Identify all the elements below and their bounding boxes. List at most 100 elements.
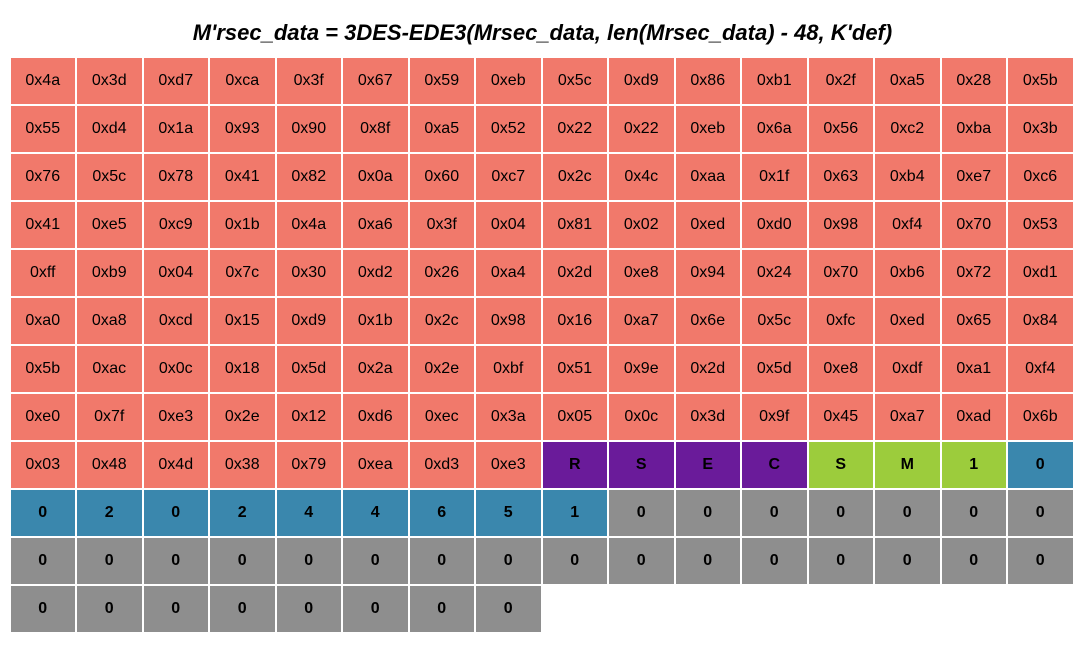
byte-cell: 0x0c	[609, 394, 674, 440]
byte-cell: 0x41	[210, 154, 275, 200]
byte-cell: 0x56	[809, 106, 874, 152]
byte-cell: 0x59	[410, 58, 475, 104]
byte-cell: S	[609, 442, 674, 488]
byte-cell: 0xa7	[609, 298, 674, 344]
byte-cell: 0x2d	[543, 250, 608, 296]
byte-cell	[942, 586, 1007, 632]
byte-cell: 0	[809, 538, 874, 584]
diagram-title: M'rsec_data = 3DES-EDE3(Mrsec_data, len(…	[10, 20, 1075, 46]
byte-cell: 0x18	[210, 346, 275, 392]
byte-cell: 0xc6	[1008, 154, 1073, 200]
byte-cell: 0x76	[11, 154, 76, 200]
byte-cell: 0xf4	[1008, 346, 1073, 392]
byte-cell: 0xe8	[809, 346, 874, 392]
byte-cell: 0	[77, 586, 142, 632]
byte-cell: 0x78	[144, 154, 209, 200]
byte-cell: 0	[1008, 442, 1073, 488]
byte-cell: 0x5b	[1008, 58, 1073, 104]
byte-cell: 0xb6	[875, 250, 940, 296]
byte-cell: 0	[1008, 490, 1073, 536]
byte-cell: 0xec	[410, 394, 475, 440]
byte-cell: 0x79	[277, 442, 342, 488]
byte-cell: 0xa1	[942, 346, 1007, 392]
byte-cell: 0x90	[277, 106, 342, 152]
byte-cell: 0x02	[609, 202, 674, 248]
byte-cell: 0	[210, 538, 275, 584]
byte-cell: 0xc2	[875, 106, 940, 152]
byte-cell: M	[875, 442, 940, 488]
byte-cell: 0x5c	[77, 154, 142, 200]
byte-row: 0000000000000000	[11, 538, 1075, 584]
byte-cell: 0	[875, 490, 940, 536]
byte-cell: 0x7f	[77, 394, 142, 440]
byte-cell: 0x94	[676, 250, 741, 296]
byte-cell: 0xad	[942, 394, 1007, 440]
byte-cell: 0x2e	[410, 346, 475, 392]
byte-cell: 0x7c	[210, 250, 275, 296]
byte-cell: 0x15	[210, 298, 275, 344]
byte-cell: 0x72	[942, 250, 1007, 296]
byte-cell: 0x52	[476, 106, 541, 152]
byte-cell: 0x3a	[476, 394, 541, 440]
byte-row: 0x5b0xac0x0c0x180x5d0x2a0x2e0xbf0x510x9e…	[11, 346, 1075, 392]
byte-row: 0xa00xa80xcd0x150xd90x1b0x2c0x980x160xa7…	[11, 298, 1075, 344]
byte-cell: 2	[210, 490, 275, 536]
byte-cell: 0x3d	[676, 394, 741, 440]
byte-cell: 0x5d	[742, 346, 807, 392]
byte-cell: 0x45	[809, 394, 874, 440]
byte-cell: 0xba	[942, 106, 1007, 152]
byte-cell: 0	[875, 538, 940, 584]
byte-cell: 0	[11, 538, 76, 584]
byte-cell: 0x5c	[543, 58, 608, 104]
byte-cell: 0x2a	[343, 346, 408, 392]
byte-cell: 0	[543, 538, 608, 584]
byte-cell: 0	[809, 490, 874, 536]
byte-cell: R	[543, 442, 608, 488]
byte-cell	[809, 586, 874, 632]
byte-cell	[875, 586, 940, 632]
byte-cell: 0x81	[543, 202, 608, 248]
byte-row: 0x760x5c0x780x410x820x0a0x600xc70x2c0x4c…	[11, 154, 1075, 200]
byte-cell: 0x2d	[676, 346, 741, 392]
byte-cell: 0x2c	[543, 154, 608, 200]
byte-cell: 0xe7	[942, 154, 1007, 200]
byte-cell: 0x12	[277, 394, 342, 440]
byte-cell: 0x2f	[809, 58, 874, 104]
byte-cell: 0x8f	[343, 106, 408, 152]
byte-cell: 0xd7	[144, 58, 209, 104]
byte-cell: 0xbf	[476, 346, 541, 392]
byte-cell: 0x86	[676, 58, 741, 104]
byte-cell: 1	[543, 490, 608, 536]
byte-cell: 0x5b	[11, 346, 76, 392]
byte-cell: 0	[144, 538, 209, 584]
byte-cell: 0x1f	[742, 154, 807, 200]
byte-cell: 0	[77, 538, 142, 584]
byte-cell: 0x6a	[742, 106, 807, 152]
byte-cell: 1	[942, 442, 1007, 488]
byte-cell: 0x3b	[1008, 106, 1073, 152]
byte-row: 0x4a0x3d0xd70xca0x3f0x670x590xeb0x5c0xd9…	[11, 58, 1075, 104]
byte-cell: 0	[343, 538, 408, 584]
byte-cell: 0xa0	[11, 298, 76, 344]
byte-cell: 0x82	[277, 154, 342, 200]
byte-cell: 0	[277, 586, 342, 632]
byte-cell: 0xb9	[77, 250, 142, 296]
byte-cell: 0x04	[144, 250, 209, 296]
byte-cell: 0x2e	[210, 394, 275, 440]
byte-cell: E	[676, 442, 741, 488]
byte-cell: 0xd4	[77, 106, 142, 152]
byte-cell: 0x41	[11, 202, 76, 248]
byte-cell: 0xd9	[609, 58, 674, 104]
byte-cell: 0x4c	[609, 154, 674, 200]
byte-cell: 0x9f	[742, 394, 807, 440]
byte-cell: 0xdf	[875, 346, 940, 392]
byte-cell: 0x67	[343, 58, 408, 104]
byte-cell: 0x5d	[277, 346, 342, 392]
byte-row: 0x410xe50xc90x1b0x4a0xa60x3f0x040x810x02…	[11, 202, 1075, 248]
byte-cell: 0x53	[1008, 202, 1073, 248]
byte-cell: 0x1b	[210, 202, 275, 248]
byte-cell: 0xb4	[875, 154, 940, 200]
byte-cell: 0xe8	[609, 250, 674, 296]
byte-cell: 0x05	[543, 394, 608, 440]
byte-cell: 0xe3	[144, 394, 209, 440]
